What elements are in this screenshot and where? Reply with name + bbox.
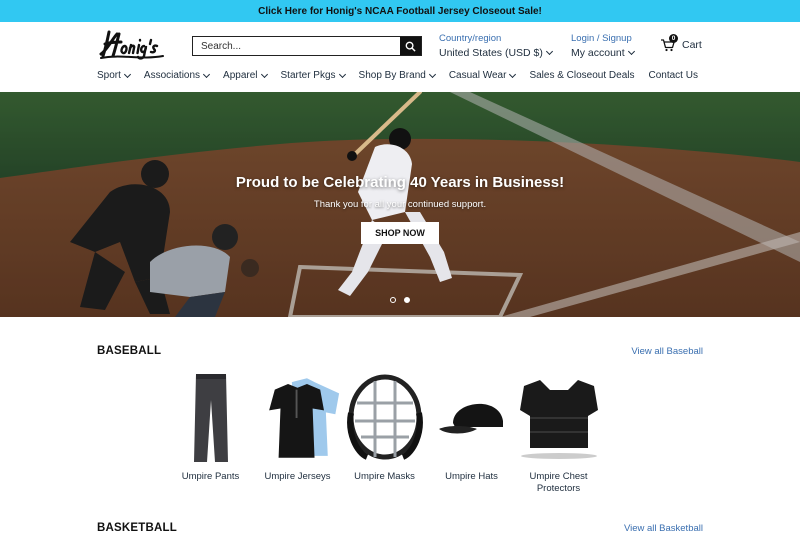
- country-region-selector[interactable]: Country/region United States (USD $): [439, 33, 553, 59]
- account-menu[interactable]: Login / Signup My account: [571, 33, 635, 59]
- logo-script-icon: [99, 30, 164, 60]
- search-icon: [405, 41, 416, 52]
- view-all-baseball-link[interactable]: View all Baseball: [631, 346, 703, 357]
- shop-now-button[interactable]: SHOP NOW: [361, 222, 439, 244]
- product-card[interactable]: Umpire Hats: [428, 371, 515, 495]
- baseball-section: BASEBALL View all Baseball Umpire Pants …: [97, 345, 703, 505]
- cart-button[interactable]: 0 Cart: [660, 34, 702, 52]
- product-card[interactable]: Umpire Chest Protectors: [515, 371, 602, 495]
- hero-slideshow: Proud to be Celebrating 40 Years in Busi…: [0, 92, 800, 317]
- nav-label: Apparel: [223, 70, 258, 81]
- nav-label: Associations: [143, 70, 201, 81]
- slide-dot-1[interactable]: [390, 297, 396, 303]
- nav-item-starter-pkgs[interactable]: Starter Pkgs: [280, 70, 346, 81]
- nav-item-contact-us[interactable]: Contact Us: [649, 70, 698, 81]
- nav-item-casual-wear[interactable]: Casual Wear: [448, 70, 517, 81]
- nav-item-shop-by-brand[interactable]: Shop By Brand: [358, 70, 436, 81]
- chevron-down-icon: [338, 70, 346, 78]
- my-account-label: My account: [571, 47, 625, 59]
- cart-label: Cart: [682, 39, 702, 51]
- site-logo[interactable]: [97, 28, 179, 62]
- nav-label: Casual Wear: [448, 70, 507, 81]
- product-card[interactable]: Umpire Masks: [341, 371, 428, 495]
- chevron-down-icon: [203, 70, 211, 78]
- search-input[interactable]: [193, 37, 400, 55]
- hero-content: Proud to be Celebrating 40 Years in Busi…: [0, 174, 800, 244]
- chevron-down-icon: [428, 70, 436, 78]
- region-value: United States (USD $): [439, 47, 543, 59]
- product-list: Umpire Pants Umpire Jerseys Umpire Masks…: [167, 371, 602, 495]
- nav-label: Sport: [97, 70, 121, 81]
- hat-icon: [428, 371, 515, 465]
- nav-item-apparel[interactable]: Apparel: [223, 70, 268, 81]
- main-nav: Sport Associations Apparel Starter Pkgs …: [97, 70, 712, 81]
- chest-protector-icon: [515, 371, 602, 465]
- slideshow-dots: [390, 297, 410, 303]
- chevron-down-icon: [545, 47, 553, 56]
- announcement-bar[interactable]: Click Here for Honig's NCAA Football Jer…: [0, 0, 800, 22]
- product-card[interactable]: Umpire Pants: [167, 371, 254, 495]
- my-account-dropdown[interactable]: My account: [571, 47, 635, 59]
- nav-label: Shop By Brand: [358, 70, 426, 81]
- site-header: Country/region United States (USD $) Log…: [0, 22, 800, 92]
- cart-icon: 0: [660, 34, 678, 52]
- nav-item-sport[interactable]: Sport: [97, 70, 131, 81]
- product-card[interactable]: Umpire Jerseys: [254, 371, 341, 495]
- pants-icon: [167, 371, 254, 465]
- nav-label: Sales & Closeout Deals: [529, 70, 635, 81]
- login-signup-link[interactable]: Login / Signup: [571, 33, 634, 44]
- slide-dot-2[interactable]: [404, 297, 410, 303]
- mask-icon: [341, 371, 428, 465]
- product-name: Umpire Masks: [354, 471, 415, 482]
- chevron-down-icon: [123, 70, 131, 78]
- nav-label: Contact Us: [648, 70, 698, 81]
- chevron-down-icon: [260, 70, 268, 78]
- jersey-icon: [254, 371, 341, 465]
- region-dropdown[interactable]: United States (USD $): [439, 47, 553, 59]
- product-name: Umpire Pants: [181, 471, 240, 482]
- product-name: Umpire Jerseys: [264, 471, 331, 482]
- nav-item-associations[interactable]: Associations: [143, 70, 211, 81]
- section-title: BASKETBALL: [97, 522, 177, 534]
- nav-label: Starter Pkgs: [280, 70, 336, 81]
- search-button[interactable]: [400, 37, 421, 55]
- basketball-section: BASKETBALL View all Basketball: [97, 522, 703, 534]
- chevron-down-icon: [509, 70, 517, 78]
- chevron-down-icon: [627, 47, 635, 56]
- product-name: Umpire Hats: [445, 471, 498, 482]
- section-title: BASEBALL: [97, 345, 162, 357]
- cart-count-badge: 0: [669, 34, 678, 43]
- product-name: Umpire Chest Protectors: [529, 471, 588, 494]
- search-bar: [192, 36, 422, 56]
- announcement-text[interactable]: Click Here for Honig's NCAA Football Jer…: [258, 6, 542, 17]
- region-label: Country/region: [439, 33, 502, 44]
- hero-subtitle: Thank you for all your continued support…: [313, 199, 487, 210]
- view-all-basketball-link[interactable]: View all Basketball: [624, 523, 703, 534]
- nav-item-sales-closeout[interactable]: Sales & Closeout Deals: [529, 70, 634, 81]
- hero-title: Proud to be Celebrating 40 Years in Busi…: [235, 174, 565, 191]
